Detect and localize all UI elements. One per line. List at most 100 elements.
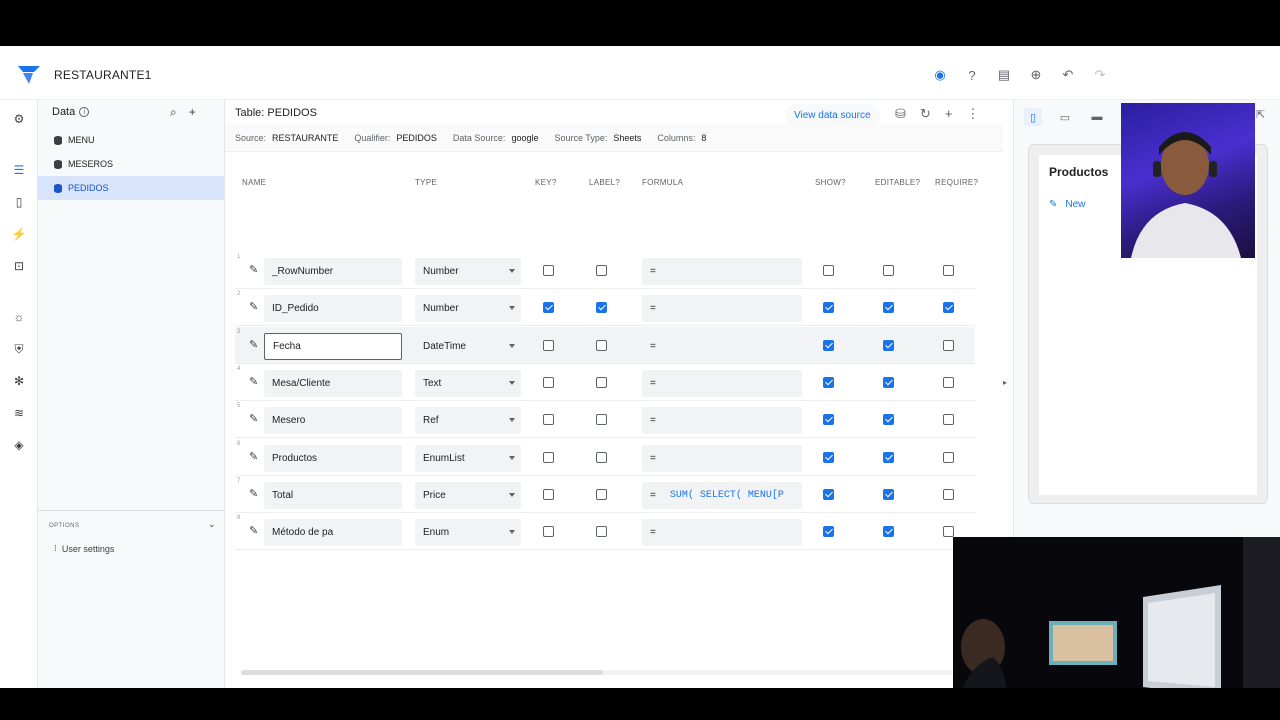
editable-checkbox[interactable] [883, 488, 894, 500]
formula-input[interactable]: = [642, 519, 802, 547]
column-name-input[interactable]: Mesero [264, 407, 402, 435]
formula-input[interactable]: = [642, 332, 802, 360]
pencil-icon[interactable]: ✎ [249, 450, 258, 463]
refresh-icon[interactable]: ↻ [920, 106, 931, 122]
label-checkbox[interactable] [596, 339, 607, 351]
label-checkbox[interactable] [596, 526, 607, 538]
column-type-select[interactable]: DateTime [415, 332, 521, 360]
key-checkbox[interactable] [543, 414, 554, 426]
label-checkbox[interactable] [596, 414, 607, 426]
library-icon[interactable]: ▤ [994, 66, 1014, 84]
learn-icon[interactable]: ◈ [10, 436, 28, 454]
pencil-icon[interactable]: ✎ [249, 487, 258, 500]
key-checkbox[interactable] [543, 339, 554, 351]
require-checkbox[interactable] [943, 265, 954, 276]
editable-checkbox[interactable] [883, 302, 894, 314]
label-checkbox[interactable] [596, 376, 607, 388]
tablet-icon[interactable]: ▭ [1056, 108, 1074, 126]
column-name-input[interactable]: ID_Pedido [264, 295, 402, 323]
formula-input[interactable]: = [642, 295, 802, 323]
formula-input[interactable]: = [642, 258, 802, 285]
security-icon[interactable]: ⛨ [10, 340, 28, 358]
show-checkbox[interactable] [823, 451, 834, 463]
view-data-source-button[interactable]: View data source [785, 104, 880, 126]
column-name-input[interactable]: _RowNumber [264, 258, 402, 285]
editable-checkbox[interactable] [883, 414, 894, 426]
column-type-select[interactable]: Number [415, 258, 521, 285]
search-icon[interactable]: ⌕ [170, 105, 177, 120]
column-type-select[interactable]: Text [415, 369, 521, 397]
require-checkbox[interactable] [943, 376, 954, 388]
formula-input[interactable]: = [642, 444, 802, 472]
automation-icon[interactable]: ⚙ [10, 110, 28, 128]
require-checkbox[interactable] [943, 302, 954, 314]
column-type-select[interactable]: EnumList [415, 444, 521, 472]
key-checkbox[interactable] [543, 265, 554, 276]
pencil-icon[interactable]: ✎ [249, 300, 258, 313]
data-icon[interactable]: ☰ [10, 161, 28, 179]
views-icon[interactable]: ▯ [10, 193, 28, 211]
database-settings-icon[interactable]: ⛁ [895, 106, 906, 122]
show-checkbox[interactable] [823, 526, 834, 538]
formula-input[interactable]: = [642, 407, 802, 435]
require-checkbox[interactable] [943, 339, 954, 351]
actions-icon[interactable]: ⚡ [10, 225, 28, 243]
pencil-icon[interactable]: ✎ [249, 375, 258, 388]
desktop-icon[interactable]: ▬ [1088, 108, 1106, 126]
key-checkbox[interactable] [543, 302, 554, 314]
pencil-icon[interactable]: ✎ [249, 338, 258, 351]
sidebar-item-meseros[interactable]: MESEROS [38, 152, 224, 176]
require-checkbox[interactable] [943, 414, 954, 426]
add-column-icon[interactable]: + [945, 106, 953, 122]
more-icon[interactable]: ⋮ [966, 106, 979, 122]
sidebar-item-menu[interactable]: MENU [38, 128, 224, 152]
info-icon[interactable]: i [79, 107, 90, 117]
open-external-icon[interactable]: ⇱ [1256, 108, 1265, 121]
collapse-arrow-icon[interactable]: ▸ [1003, 378, 1007, 387]
pencil-icon[interactable]: ✎ [249, 524, 258, 537]
sidebar-item-pedidos[interactable]: PEDIDOS [38, 176, 224, 200]
editable-checkbox[interactable] [883, 451, 894, 463]
require-checkbox[interactable] [943, 526, 954, 538]
show-checkbox[interactable] [823, 302, 834, 314]
show-checkbox[interactable] [823, 488, 834, 500]
key-checkbox[interactable] [543, 488, 554, 500]
phone-icon[interactable]: ▯ [1024, 108, 1042, 126]
app-name[interactable]: RESTAURANTE1 [54, 68, 152, 82]
user-settings-item[interactable]: ⁝ User settings [54, 543, 114, 554]
new-button[interactable]: ✎ New [1049, 199, 1085, 210]
formula-input[interactable]: = [642, 369, 802, 397]
column-type-select[interactable]: Number [415, 295, 521, 323]
add-icon[interactable]: + [189, 105, 196, 120]
show-checkbox[interactable] [823, 414, 834, 426]
label-checkbox[interactable] [596, 302, 607, 314]
pencil-icon[interactable]: ✎ [249, 263, 258, 276]
column-name-input[interactable]: Mesa/Cliente [264, 369, 402, 397]
show-checkbox[interactable] [823, 376, 834, 388]
horizontal-scrollbar[interactable] [241, 670, 603, 675]
intelligence-icon[interactable]: ☼ [10, 308, 28, 326]
eye-icon[interactable]: ◉ [930, 66, 950, 84]
column-name-input[interactable]: Productos [264, 444, 402, 472]
column-name-input[interactable]: Método de pa [264, 519, 402, 547]
column-type-select[interactable]: Enum [415, 519, 521, 547]
editable-checkbox[interactable] [883, 339, 894, 351]
key-checkbox[interactable] [543, 451, 554, 463]
share-icon[interactable]: ⊕ [1026, 66, 1046, 84]
undo-icon[interactable]: ↶ [1058, 66, 1078, 84]
bots-icon[interactable]: ⊡ [10, 257, 28, 275]
column-name-input[interactable]: Total [264, 481, 402, 509]
editable-checkbox[interactable] [883, 265, 894, 276]
require-checkbox[interactable] [943, 451, 954, 463]
column-name-input[interactable]: Fecha [264, 332, 402, 360]
monitor-icon[interactable]: ≋ [10, 404, 28, 422]
chevron-down-icon[interactable]: ⌄ [208, 519, 216, 530]
label-checkbox[interactable] [596, 451, 607, 463]
require-checkbox[interactable] [943, 488, 954, 500]
formula-input[interactable]: = SUM( SELECT( MENU[P [642, 481, 802, 509]
label-checkbox[interactable] [596, 488, 607, 500]
key-checkbox[interactable] [543, 376, 554, 388]
column-type-select[interactable]: Price [415, 481, 521, 509]
help-icon[interactable]: ? [962, 66, 982, 84]
redo-icon[interactable]: ↷ [1090, 66, 1110, 84]
